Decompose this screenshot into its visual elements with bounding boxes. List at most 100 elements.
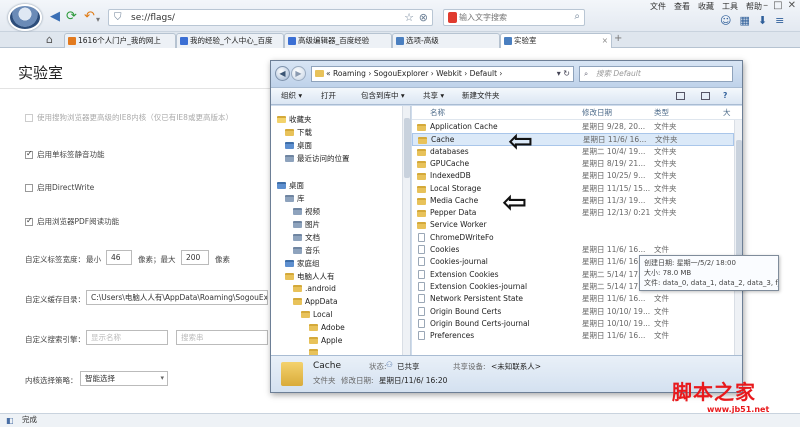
- nav-pictures[interactable]: 图片: [293, 219, 320, 230]
- kernel-strategy-select[interactable]: 智能选择 ▾: [80, 371, 168, 386]
- explorer-path[interactable]: « Roaming › SogouExplorer › Webkit › Def…: [311, 66, 574, 82]
- nav-desktop[interactable]: 桌面: [285, 140, 312, 151]
- undo-dropdown-icon[interactable]: ▾: [96, 13, 100, 26]
- file-row[interactable]: IndexedDB 星期日 10/25/ 9... 文件夹: [412, 170, 734, 182]
- flag-tab-mute[interactable]: 启用单标签静音功能: [25, 149, 105, 160]
- nav-libraries[interactable]: 库: [285, 193, 305, 204]
- file-row[interactable]: Local Storage 星期日 11/15/ 15... 文件夹: [412, 183, 734, 195]
- checkbox[interactable]: [25, 149, 33, 159]
- undo-icon[interactable]: ↶: [84, 10, 95, 23]
- help-icon[interactable]: ?: [723, 88, 727, 104]
- cmd-new-folder[interactable]: 新建文件夹: [462, 88, 500, 104]
- col-modified[interactable]: 修改日期: [582, 106, 612, 119]
- flag-pdf-reader[interactable]: 启用浏览器PDF阅读功能: [25, 216, 119, 227]
- address-url[interactable]: se://flags/: [131, 13, 175, 23]
- tab-1616-portal[interactable]: 1616个人门户_我的网上: [64, 33, 176, 48]
- menu-tools[interactable]: 工具: [722, 1, 738, 12]
- nav-desktop-root[interactable]: 桌面: [277, 180, 304, 191]
- search-input[interactable]: [459, 11, 563, 24]
- search-box[interactable]: ⌕: [443, 9, 585, 26]
- view-options-icon[interactable]: [676, 92, 685, 100]
- col-type[interactable]: 类型: [654, 106, 669, 119]
- file-row[interactable]: databases 星期二 10/4/ 19... 文件夹: [412, 146, 734, 158]
- tab-baidu-experience[interactable]: 我的经验_个人中心_百度: [176, 33, 284, 48]
- checkbox[interactable]: [25, 183, 33, 192]
- tab-width-max-input[interactable]: 200: [181, 250, 209, 265]
- scroll-thumb[interactable]: [404, 118, 410, 178]
- skin-icon[interactable]: ☺: [720, 14, 731, 27]
- preview-pane-icon[interactable]: [701, 92, 710, 100]
- engine-name-input[interactable]: 显示名称: [86, 330, 168, 345]
- new-tab-button[interactable]: +: [614, 33, 622, 44]
- flag-directwrite[interactable]: 启用DirectWrite: [25, 182, 94, 193]
- file-row[interactable]: Origin Bound Certs-journal 星期日 10/10/ 19.…: [412, 318, 734, 330]
- nav-recent[interactable]: 最近访问的位置: [285, 153, 350, 164]
- refresh-icon[interactable]: ⟳: [66, 10, 77, 23]
- tab-advanced-editor[interactable]: 高级编辑器_百度经验: [284, 33, 392, 48]
- cmd-share[interactable]: 共享 ▾: [423, 88, 444, 104]
- nav-homegroup[interactable]: 家庭组: [285, 258, 320, 269]
- scroll-thumb[interactable]: [736, 140, 742, 260]
- close-icon[interactable]: ⊗: [419, 11, 428, 24]
- nav-android[interactable]: .android: [293, 284, 336, 293]
- menu-file[interactable]: 文件: [650, 1, 666, 12]
- file-row[interactable]: Cache 星期日 11/6/ 16... 文件夹: [412, 133, 734, 146]
- menu-icon[interactable]: ≡: [775, 14, 784, 27]
- col-size[interactable]: 大: [723, 106, 731, 119]
- checkbox[interactable]: [25, 216, 33, 226]
- tab-width-min-input[interactable]: 46: [106, 250, 132, 265]
- download-icon[interactable]: ⬇: [758, 14, 767, 27]
- tab-lab[interactable]: 实验室 ×: [500, 33, 612, 48]
- grid-icon[interactable]: ▦: [739, 14, 749, 27]
- user-avatar[interactable]: [8, 4, 42, 31]
- home-icon[interactable]: ⌂: [46, 33, 53, 46]
- menu-view[interactable]: 查看: [674, 1, 690, 12]
- menu-help[interactable]: 帮助: [746, 1, 762, 12]
- nav-downloads[interactable]: 下载: [285, 127, 312, 138]
- file-row[interactable]: Preferences 星期日 11/6/ 16... 文件: [412, 330, 734, 342]
- tab-width-unit1: 像素；最大: [138, 255, 176, 264]
- list-scrollbar[interactable]: [734, 120, 742, 355]
- checkbox[interactable]: [25, 113, 33, 122]
- nav-adobe[interactable]: Adobe: [309, 323, 345, 332]
- col-name[interactable]: 名称: [430, 106, 445, 119]
- file-row[interactable]: Pepper Data 星期日 12/13/ 0:21 文件夹: [412, 207, 734, 219]
- nav-videos[interactable]: 视频: [293, 206, 320, 217]
- search-icon[interactable]: ⌕: [574, 11, 580, 22]
- menu-favorites[interactable]: 收藏: [698, 1, 714, 12]
- nav-favorites[interactable]: 收藏夹: [277, 114, 312, 125]
- path-refresh-icon[interactable]: ▾ ↻: [557, 67, 570, 81]
- nav-scrollbar[interactable]: [402, 106, 410, 355]
- nav-user-folder[interactable]: 电脑人人有: [285, 271, 335, 282]
- file-row[interactable]: Origin Bound Certs 星期日 10/10/ 19... 文件: [412, 306, 734, 318]
- back-arrow-icon[interactable]: ◀: [50, 10, 60, 23]
- file-row[interactable]: Service Worker: [412, 219, 734, 231]
- sogou-search-icon[interactable]: [448, 12, 457, 23]
- file-row[interactable]: GPUCache 星期日 8/19/ 21... 文件夹: [412, 158, 734, 170]
- explorer-search[interactable]: ⌕ 搜索 Default: [579, 66, 733, 82]
- file-row[interactable]: Media Cache 星期日 11/3/ 19... 文件夹: [412, 195, 734, 207]
- address-bar[interactable]: ⛉ se://flags/ ☆ ⊗: [108, 9, 433, 26]
- nav-local[interactable]: Local: [301, 310, 332, 319]
- flag-ie8-kernel[interactable]: 使用搜狗浏览器更高级的IE8内核（仅已有IE8或更高版本）: [25, 112, 233, 123]
- forward-icon[interactable]: ▶: [291, 66, 306, 81]
- maximize-icon[interactable]: □: [773, 0, 782, 11]
- close-window-icon[interactable]: ✕: [788, 0, 796, 11]
- engine-query-input[interactable]: 搜索串: [176, 330, 268, 345]
- tab-close-icon[interactable]: ×: [602, 34, 608, 47]
- file-row[interactable]: Application Cache 星期日 9/28, 20... 文件夹: [412, 121, 734, 133]
- cmd-open[interactable]: 打开: [321, 88, 336, 104]
- nav-music[interactable]: 音乐: [293, 245, 320, 256]
- cmd-organize[interactable]: 组织 ▾: [281, 88, 302, 104]
- nav-appdata[interactable]: AppData: [293, 297, 338, 306]
- nav-documents[interactable]: 文档: [293, 232, 320, 243]
- bookmark-star-icon[interactable]: ☆: [404, 11, 414, 24]
- nav-apple[interactable]: Apple: [309, 336, 342, 345]
- cache-dir-input[interactable]: C:\Users\电脑人人有\AppData\Roaming\SogouEx: [86, 290, 268, 305]
- minimize-icon[interactable]: –: [763, 0, 768, 11]
- file-row[interactable]: ChromeDWriteFo: [412, 232, 734, 244]
- cmd-include-library[interactable]: 包含到库中 ▾: [361, 88, 405, 104]
- tab-options-advanced[interactable]: 选项-高级: [392, 33, 500, 48]
- file-row[interactable]: Network Persistent State 星期日 11/6/ 16... 文…: [412, 293, 734, 305]
- back-icon[interactable]: ◀: [275, 66, 290, 81]
